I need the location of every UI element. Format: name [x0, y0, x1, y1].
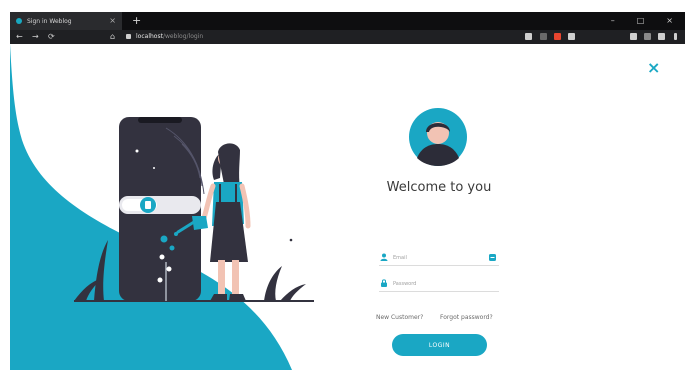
password-input[interactable] [393, 278, 483, 290]
star-icon[interactable] [540, 33, 547, 40]
menu-icon[interactable] [674, 33, 677, 40]
login-page: × Welcome to you Email New Customer? For… [10, 44, 685, 370]
extension-icon[interactable] [554, 33, 561, 40]
close-icon[interactable]: × [647, 60, 660, 76]
user-icon [380, 253, 388, 261]
browser-tab[interactable]: Sign in Weblog × [10, 12, 122, 30]
lock-icon [126, 34, 131, 39]
email-input[interactable] [393, 252, 483, 264]
forward-button[interactable]: → [32, 31, 39, 43]
new-tab-button[interactable]: + [132, 14, 141, 27]
browser-toolbar: ← → ⟳ ⌂ localhost/weblog/login [10, 30, 685, 44]
window-controls: – □ × [611, 14, 673, 27]
illustration-phone-woman [74, 117, 314, 302]
profile-icon[interactable] [644, 33, 651, 40]
key-icon[interactable] [489, 254, 496, 261]
login-button[interactable]: LOGIN [392, 334, 487, 356]
tab-close-icon[interactable]: × [109, 16, 116, 26]
password-field [379, 278, 499, 292]
lock-icon [381, 279, 387, 287]
back-button[interactable]: ← [16, 31, 23, 43]
tab-strip: Sign in Weblog × + – □ × [10, 12, 685, 30]
url-host: localhost [136, 33, 163, 40]
minimize-button[interactable]: – [611, 14, 615, 27]
home-button[interactable]: ⌂ [110, 31, 115, 43]
favicon-icon [16, 18, 22, 24]
close-window-button[interactable]: × [666, 14, 673, 27]
forgot-password-link[interactable]: Forgot password? [440, 314, 493, 321]
key-icon[interactable] [525, 33, 532, 40]
extension-icon[interactable] [630, 33, 637, 40]
maximize-button[interactable]: □ [637, 14, 645, 27]
tab-title: Sign in Weblog [27, 17, 72, 25]
welcome-title: Welcome to you [386, 180, 492, 195]
avatar-icon [409, 108, 467, 166]
address-bar[interactable]: localhost/weblog/login [126, 31, 446, 42]
email-field [379, 252, 499, 266]
url-path: /weblog/login [162, 33, 204, 40]
extension-icon[interactable] [568, 33, 575, 40]
new-customer-link[interactable]: New Customer? [376, 314, 423, 321]
browser-window: Sign in Weblog × + – □ × ← → ⟳ ⌂ localho… [0, 0, 685, 370]
reload-button[interactable]: ⟳ [48, 31, 55, 43]
url-text: localhost/weblog/login [136, 33, 203, 40]
profile-icon[interactable] [658, 33, 665, 40]
